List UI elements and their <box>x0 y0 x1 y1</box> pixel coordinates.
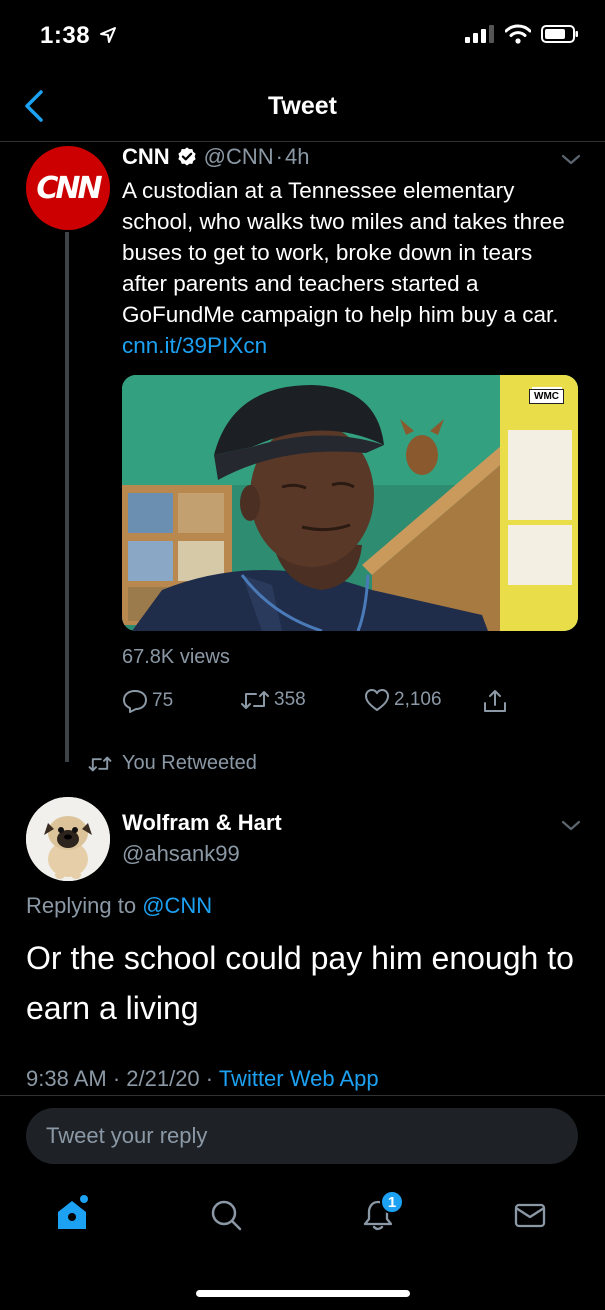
share-icon <box>484 690 506 712</box>
wifi-icon <box>505 24 531 44</box>
station-badge-text: WMC <box>534 391 559 402</box>
chevron-down-icon[interactable] <box>557 150 585 170</box>
reply-author-name[interactable]: Wolfram & Hart <box>122 810 282 836</box>
notifications-badge: 1 <box>380 1190 404 1214</box>
tab-bar: 1 <box>0 1180 605 1250</box>
replying-to: Replying to @CNN <box>26 893 212 919</box>
battery-icon <box>541 25 578 43</box>
status-time: 1:38 <box>40 22 117 50</box>
tweet-header: CNN @CNN · 4h <box>122 144 309 170</box>
tweet-source[interactable]: Twitter Web App <box>219 1066 379 1091</box>
cellular-signal-icon <box>465 25 494 43</box>
tweet-meta: 9:38 AM · 2/21/20 · Twitter Web App <box>26 1066 379 1092</box>
station-badge: WMC <box>529 389 564 404</box>
retweet-notice-text: You Retweeted <box>122 752 257 774</box>
reply-icon <box>123 690 147 713</box>
nav-bar: Tweet <box>0 72 605 142</box>
retweet-count: 358 <box>274 689 306 710</box>
location-arrow-icon <box>100 27 117 43</box>
tweet-timestamp: 9:38 AM · 2/21/20 · <box>26 1066 214 1091</box>
like-count: 2,106 <box>394 689 442 710</box>
user-avatar[interactable] <box>26 797 110 881</box>
divider <box>0 1095 605 1096</box>
tab-search[interactable] <box>196 1190 256 1240</box>
tweet-actions: 75 358 2,106 <box>122 688 542 718</box>
tweet-text: A custodian at a Tennessee elementary sc… <box>122 175 572 361</box>
retweet-icon <box>88 756 112 771</box>
status-indicators <box>465 24 579 44</box>
search-icon <box>211 1200 242 1231</box>
reply-text: Or the school could pay him enough to ea… <box>26 940 574 1026</box>
tweet-handle[interactable]: @CNN <box>204 144 274 170</box>
view-count: 67.8K views <box>122 646 230 668</box>
video-frame-image <box>122 375 578 631</box>
status-time-text: 1:38 <box>40 22 91 49</box>
tweet-time-separator: · <box>275 144 283 169</box>
tab-notifications[interactable]: 1 <box>348 1190 408 1240</box>
tweet-link[interactable]: cnn.it/39PIXcn <box>122 333 267 358</box>
pug-image <box>26 797 110 881</box>
cnn-logo-text: CNN <box>36 170 102 206</box>
tab-messages[interactable] <box>500 1190 560 1240</box>
home-icon <box>58 1195 88 1229</box>
tweet-video-thumbnail[interactable]: WMC <box>122 375 578 631</box>
messages-icon <box>514 1203 546 1228</box>
thread-connector-line <box>65 232 69 762</box>
reply-button[interactable]: 75 <box>122 688 173 714</box>
cnn-avatar[interactable]: CNN <box>26 146 110 230</box>
tweet-body: A custodian at a Tennessee elementary sc… <box>122 178 565 327</box>
reply-author-handle[interactable]: @ahsank99 <box>122 841 240 867</box>
replying-to-prefix: Replying to <box>26 893 137 918</box>
chevron-down-icon[interactable] <box>557 816 585 836</box>
like-button[interactable]: 2,106 <box>364 688 442 712</box>
tweet-time: 4h <box>285 144 310 169</box>
status-bar: 1:38 <box>0 0 605 70</box>
verified-icon <box>178 147 196 166</box>
reply-compose[interactable] <box>26 1108 578 1164</box>
reply-count: 75 <box>152 690 174 711</box>
retweet-notice: You Retweeted <box>88 752 257 775</box>
tweet-author-name[interactable]: CNN <box>122 144 170 170</box>
reply-input[interactable] <box>26 1108 578 1164</box>
tab-home[interactable] <box>42 1190 102 1240</box>
like-icon <box>365 689 389 711</box>
page-title: Tweet <box>268 92 337 120</box>
retweet-button[interactable]: 358 <box>240 688 306 712</box>
share-button[interactable] <box>482 688 508 714</box>
retweet-icon <box>241 691 269 709</box>
home-indicator <box>196 1290 410 1297</box>
replying-to-handle[interactable]: @CNN <box>142 893 212 918</box>
